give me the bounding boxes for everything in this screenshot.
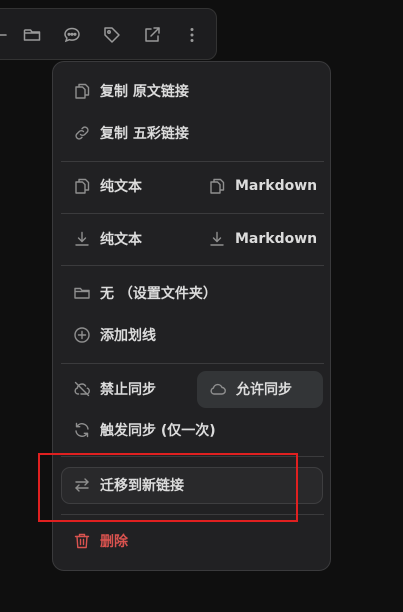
- divider: [61, 161, 324, 162]
- copy-icon: [208, 177, 226, 195]
- download-plain-text-item[interactable]: 纯文本: [73, 223, 142, 255]
- trash-icon: [73, 532, 91, 550]
- download-plain-text-label: 纯文本: [100, 232, 142, 248]
- cloud-off-icon: [73, 380, 91, 398]
- trigger-sync-label: 触发同步 (仅一次): [100, 423, 216, 439]
- folder-label: 无 （设置文件夹）: [100, 286, 217, 302]
- migrate-link-label: 迁移到新链接: [100, 478, 184, 494]
- copy-wucai-link-item[interactable]: 复制 五彩链接: [73, 117, 189, 149]
- plus-circle-icon: [73, 326, 91, 344]
- copy-original-link-item[interactable]: 复制 原文链接: [73, 75, 189, 107]
- copy-plain-text-label: 纯文本: [100, 179, 142, 195]
- link-icon: [73, 124, 91, 142]
- add-highlight-item[interactable]: 添加划线: [73, 319, 156, 351]
- copy-wucai-link-label: 复制 五彩链接: [100, 126, 189, 142]
- folder-icon[interactable]: [22, 25, 42, 45]
- divider: [61, 363, 324, 364]
- allow-sync-label: 允许同步: [236, 382, 292, 398]
- chevron-icon[interactable]: [0, 25, 15, 45]
- divider: [61, 265, 324, 266]
- more-vertical-icon[interactable]: [182, 25, 202, 45]
- comment-icon[interactable]: [62, 25, 82, 45]
- download-icon: [208, 230, 226, 248]
- divider: [61, 213, 324, 214]
- cloud-icon: [209, 380, 227, 398]
- disable-sync-label: 禁止同步: [100, 382, 156, 398]
- swap-arrows-icon: [73, 476, 91, 494]
- folder-item[interactable]: 无 （设置文件夹）: [73, 277, 217, 309]
- folder-icon: [73, 284, 91, 302]
- delete-label: 删除: [100, 534, 128, 550]
- delete-item[interactable]: 删除: [73, 525, 128, 557]
- migrate-link-item[interactable]: 迁移到新链接: [73, 469, 184, 501]
- divider: [61, 456, 324, 457]
- disable-sync-item[interactable]: 禁止同步: [73, 373, 156, 405]
- allow-sync-item[interactable]: 允许同步: [209, 373, 292, 405]
- add-highlight-label: 添加划线: [100, 328, 156, 344]
- tag-icon[interactable]: [102, 25, 122, 45]
- copy-icon: [73, 82, 91, 100]
- divider: [61, 514, 324, 515]
- download-markdown-label: Markdown: [235, 231, 318, 247]
- context-menu: 复制 原文链接 复制 五彩链接 纯文本 Markdown 纯文本 Markdow…: [52, 61, 331, 571]
- download-markdown-item[interactable]: Markdown: [208, 223, 317, 255]
- copy-markdown-item[interactable]: Markdown: [208, 170, 317, 202]
- download-icon: [73, 230, 91, 248]
- copy-icon: [73, 177, 91, 195]
- copy-plain-text-item[interactable]: 纯文本: [73, 170, 142, 202]
- screen: 复制 原文链接 复制 五彩链接 纯文本 Markdown 纯文本 Markdow…: [0, 0, 403, 612]
- external-link-icon[interactable]: [142, 25, 162, 45]
- trigger-sync-item[interactable]: 触发同步 (仅一次): [73, 414, 216, 446]
- refresh-icon: [73, 421, 91, 439]
- toolbar: [0, 8, 217, 60]
- copy-markdown-label: Markdown: [235, 178, 318, 194]
- copy-original-link-label: 复制 原文链接: [100, 84, 189, 100]
